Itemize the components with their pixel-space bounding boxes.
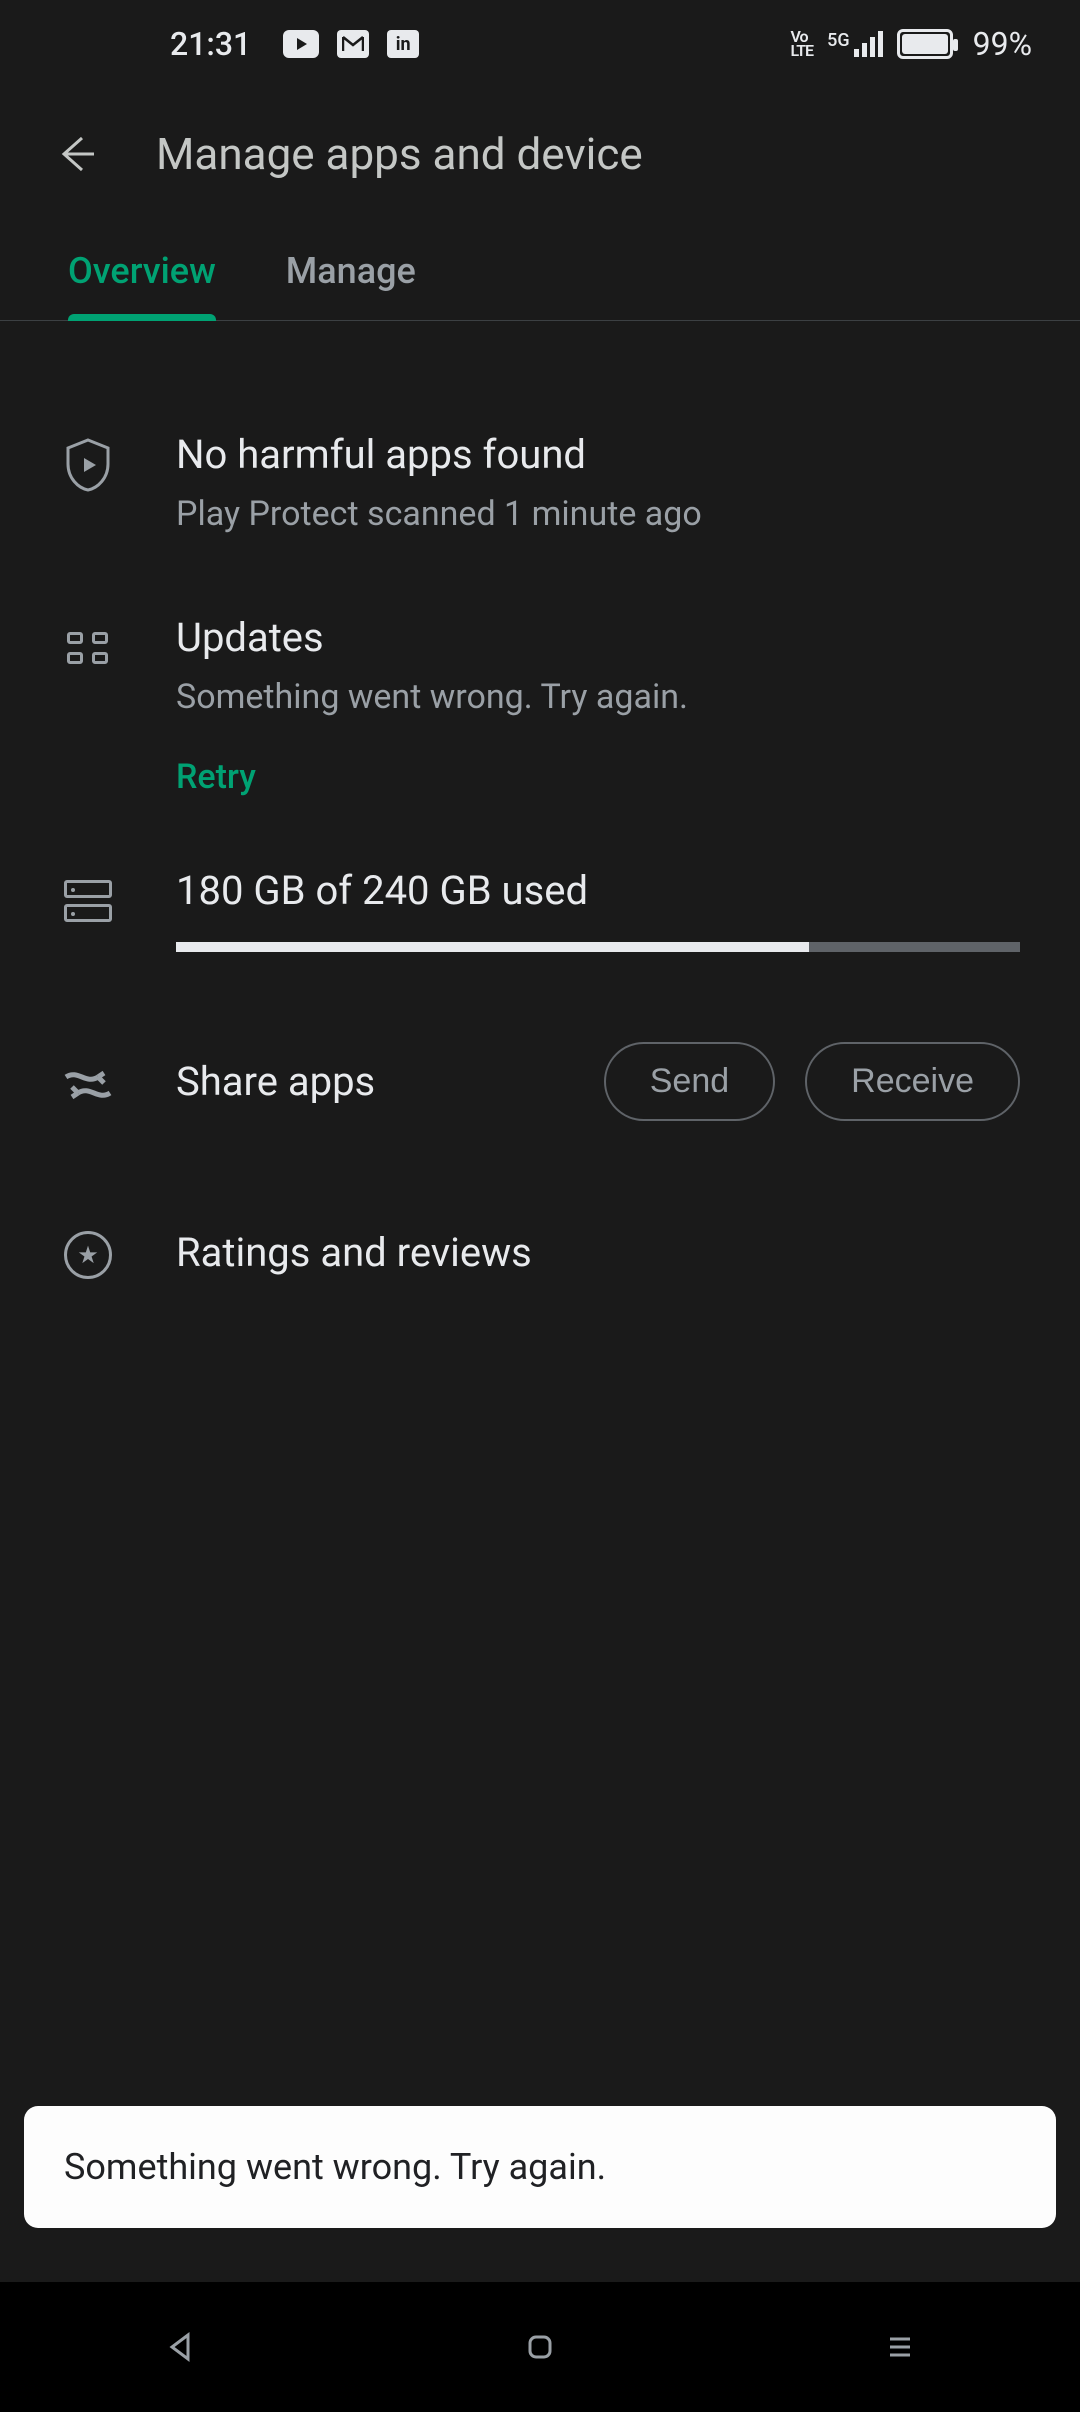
nav-home-button[interactable] (518, 2325, 562, 2369)
snackbar: Something went wrong. Try again. (24, 2106, 1056, 2228)
updates-row[interactable]: Updates Something went wrong. Try again.… (60, 574, 1020, 807)
status-bar: 21:31 in Vo LTE 5G 99% (0, 0, 1080, 88)
receive-button[interactable]: Receive (805, 1042, 1020, 1121)
star-circle-icon: ★ (60, 1227, 116, 1283)
page-title: Manage apps and device (156, 128, 643, 180)
storage-progress-fill (176, 942, 809, 952)
play-protect-title: No harmful apps found (176, 431, 1020, 478)
storage-icon (60, 873, 116, 929)
battery-icon (897, 29, 953, 59)
share-icon (60, 1057, 116, 1113)
apps-grid-icon (60, 620, 116, 676)
ratings-reviews-row[interactable]: ★ Ratings and reviews (60, 1171, 1020, 1333)
system-nav-bar (0, 2282, 1080, 2412)
snackbar-text: Something went wrong. Try again. (64, 2146, 606, 2188)
storage-title: 180 GB of 240 GB used (176, 867, 1020, 914)
nav-back-button[interactable] (158, 2325, 202, 2369)
battery-percentage: 99% (973, 25, 1032, 63)
linkedin-icon: in (387, 30, 419, 58)
status-time: 21:31 (170, 25, 251, 63)
share-apps-row: Share apps Send Receive (60, 992, 1020, 1171)
app-header: Manage apps and device (0, 88, 1080, 220)
storage-row[interactable]: 180 GB of 240 GB used (60, 807, 1020, 992)
content: No harmful apps found Play Protect scann… (0, 321, 1080, 1333)
tab-overview[interactable]: Overview (68, 250, 216, 320)
play-protect-row[interactable]: No harmful apps found Play Protect scann… (60, 391, 1020, 574)
retry-button[interactable]: Retry (176, 757, 256, 797)
shield-play-icon (60, 437, 116, 493)
tabs: Overview Manage (0, 220, 1080, 321)
play-protect-subtitle: Play Protect scanned 1 minute ago (176, 494, 1020, 534)
tab-manage[interactable]: Manage (286, 250, 416, 320)
volte-icon: Vo LTE (790, 30, 813, 59)
back-button[interactable] (52, 130, 100, 178)
updates-subtitle: Something went wrong. Try again. (176, 677, 1020, 717)
ratings-reviews-title: Ratings and reviews (176, 1229, 532, 1276)
arrow-left-icon (54, 132, 98, 176)
gmail-icon (337, 30, 369, 58)
status-left-icons: in (283, 30, 419, 58)
storage-progress-bar (176, 942, 1020, 952)
network-5g-icon: 5G (827, 31, 883, 57)
updates-title: Updates (176, 614, 1020, 661)
status-right-icons: Vo LTE 5G 99% (790, 25, 1032, 63)
send-button[interactable]: Send (604, 1042, 775, 1121)
youtube-icon (283, 30, 319, 58)
nav-recents-button[interactable] (878, 2325, 922, 2369)
share-apps-label: Share apps (176, 1058, 375, 1105)
